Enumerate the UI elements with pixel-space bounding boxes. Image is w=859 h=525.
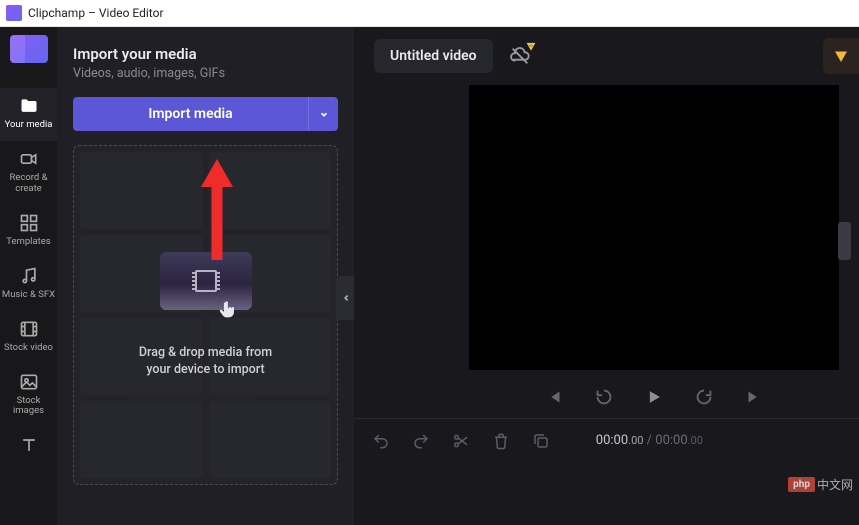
redo-button[interactable] bbox=[412, 432, 430, 450]
collapse-panel-button[interactable] bbox=[336, 276, 356, 320]
undo-icon bbox=[372, 432, 390, 450]
folder-icon bbox=[18, 96, 40, 116]
skip-start-icon bbox=[543, 386, 565, 408]
rewind-icon bbox=[593, 386, 615, 408]
trash-icon bbox=[492, 432, 510, 450]
window-title: Clipchamp – Video Editor bbox=[28, 6, 164, 20]
video-preview[interactable] bbox=[469, 85, 839, 370]
media-panel: Import your media Videos, audio, images,… bbox=[57, 27, 354, 525]
dropzone-line1: Drag & drop media from bbox=[139, 345, 272, 360]
delete-button[interactable] bbox=[492, 432, 510, 450]
upgrade-button[interactable] bbox=[823, 38, 859, 74]
pointer-hand-icon bbox=[216, 300, 238, 322]
play-icon bbox=[644, 387, 664, 407]
rewind-button[interactable] bbox=[593, 386, 615, 408]
nav-text[interactable] bbox=[0, 427, 57, 469]
nav-label: Record & create bbox=[0, 173, 57, 195]
nav-label: Stock video bbox=[4, 343, 53, 354]
skip-end-icon bbox=[743, 386, 765, 408]
redo-icon bbox=[412, 432, 430, 450]
duplicate-button[interactable] bbox=[532, 432, 550, 450]
dropzone-line2: your device to import bbox=[146, 362, 264, 377]
scissors-icon bbox=[452, 432, 470, 450]
timecode-duration-ms: .00 bbox=[688, 434, 703, 447]
timecode-current-ms: .00 bbox=[628, 434, 643, 447]
undo-button[interactable] bbox=[372, 432, 390, 450]
app-root: Your media Record & create Templates Mus… bbox=[0, 27, 859, 525]
forward-icon bbox=[693, 386, 715, 408]
app-icon bbox=[6, 5, 22, 21]
copy-icon bbox=[532, 432, 550, 450]
nav-templates[interactable]: Templates bbox=[0, 205, 57, 258]
premium-diamond-icon bbox=[832, 47, 850, 65]
premium-diamond-icon bbox=[526, 41, 536, 51]
dropzone-text: Drag & drop media from your device to im… bbox=[139, 344, 272, 379]
import-media-button[interactable]: Import media bbox=[73, 97, 308, 131]
main-area: Untitled video bbox=[354, 27, 859, 525]
player-controls bbox=[449, 376, 859, 418]
cloud-sync-button[interactable] bbox=[503, 39, 537, 73]
skip-start-button[interactable] bbox=[543, 386, 565, 408]
nav-your-media[interactable]: Your media bbox=[0, 88, 57, 141]
text-icon bbox=[18, 435, 40, 455]
left-nav: Your media Record & create Templates Mus… bbox=[0, 27, 57, 525]
nav-record-create[interactable]: Record & create bbox=[0, 141, 57, 205]
nav-stock-images[interactable]: Stock images bbox=[0, 364, 57, 428]
chevron-left-icon bbox=[341, 292, 351, 304]
preview-area bbox=[374, 85, 839, 370]
skip-end-button[interactable] bbox=[743, 386, 765, 408]
music-icon bbox=[18, 266, 40, 286]
video-camera-icon bbox=[18, 149, 40, 169]
timecode-duration: 00:00 bbox=[655, 433, 687, 448]
top-bar: Untitled video bbox=[354, 27, 859, 85]
import-media-dropdown[interactable] bbox=[308, 97, 338, 131]
watermark-text: 中文网 bbox=[817, 476, 853, 493]
nav-music-sfx[interactable]: Music & SFX bbox=[0, 258, 57, 311]
nav-label: Music & SFX bbox=[2, 290, 55, 301]
nav-stock-video[interactable]: Stock video bbox=[0, 311, 57, 364]
play-button[interactable] bbox=[643, 386, 665, 408]
dropzone-content: Drag & drop media from your device to im… bbox=[74, 146, 337, 484]
film-icon bbox=[18, 319, 40, 339]
window-titlebar: Clipchamp – Video Editor bbox=[0, 0, 859, 27]
templates-icon bbox=[18, 213, 40, 233]
nav-label: Your media bbox=[5, 120, 53, 131]
split-button[interactable] bbox=[452, 432, 470, 450]
nav-label: Templates bbox=[6, 237, 50, 248]
preview-resize-handle[interactable] bbox=[838, 222, 851, 260]
clipchamp-logo[interactable] bbox=[10, 35, 48, 63]
watermark: php 中文网 bbox=[788, 476, 853, 493]
forward-button[interactable] bbox=[693, 386, 715, 408]
panel-title: Import your media bbox=[73, 45, 338, 63]
film-strip-icon bbox=[195, 270, 217, 292]
watermark-badge: php bbox=[788, 477, 815, 492]
timecode: 00:00.00 / 00:00.00 bbox=[596, 433, 703, 448]
image-icon bbox=[18, 372, 40, 392]
media-dropzone[interactable]: Drag & drop media from your device to im… bbox=[73, 145, 338, 485]
timecode-current: 00:00 bbox=[596, 433, 628, 448]
chevron-down-icon bbox=[319, 109, 329, 119]
timeline-toolbar: 00:00.00 / 00:00.00 bbox=[354, 418, 859, 462]
nav-label: Stock images bbox=[0, 396, 57, 418]
project-title-button[interactable]: Untitled video bbox=[374, 39, 493, 73]
dropzone-thumb bbox=[160, 252, 252, 310]
panel-subtitle: Videos, audio, images, GIFs bbox=[73, 66, 338, 81]
